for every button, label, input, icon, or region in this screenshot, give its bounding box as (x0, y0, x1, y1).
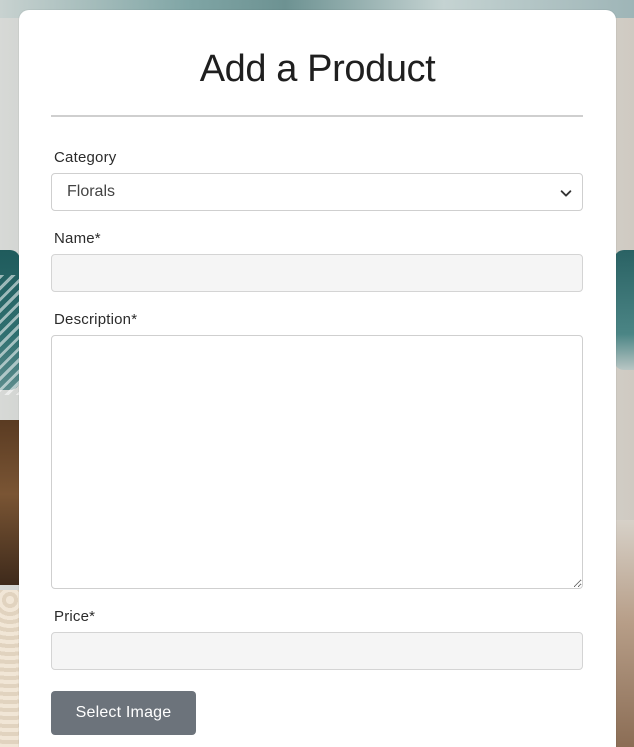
background-rug-left (0, 590, 20, 747)
name-label: Name* (54, 230, 101, 247)
chevron-down-icon (560, 190, 572, 197)
category-select[interactable]: Florals (51, 173, 583, 211)
background-wood-table-left (0, 420, 20, 585)
background-plant-left (0, 275, 20, 395)
category-selected-value: Florals (67, 183, 116, 200)
background-teal-cushion-right (614, 250, 634, 370)
description-textarea[interactable] (51, 335, 583, 589)
title-divider (51, 115, 583, 117)
add-product-form-card: Add a Product Category Florals Name* Des… (19, 10, 616, 747)
select-image-button[interactable]: Select Image (51, 691, 196, 735)
background-decor-right (614, 520, 634, 747)
category-label: Category (54, 149, 117, 166)
price-input[interactable] (51, 632, 583, 670)
description-label: Description* (54, 311, 138, 328)
name-input[interactable] (51, 254, 583, 292)
page-title: Add a Product (199, 48, 436, 90)
price-label: Price* (54, 608, 96, 625)
